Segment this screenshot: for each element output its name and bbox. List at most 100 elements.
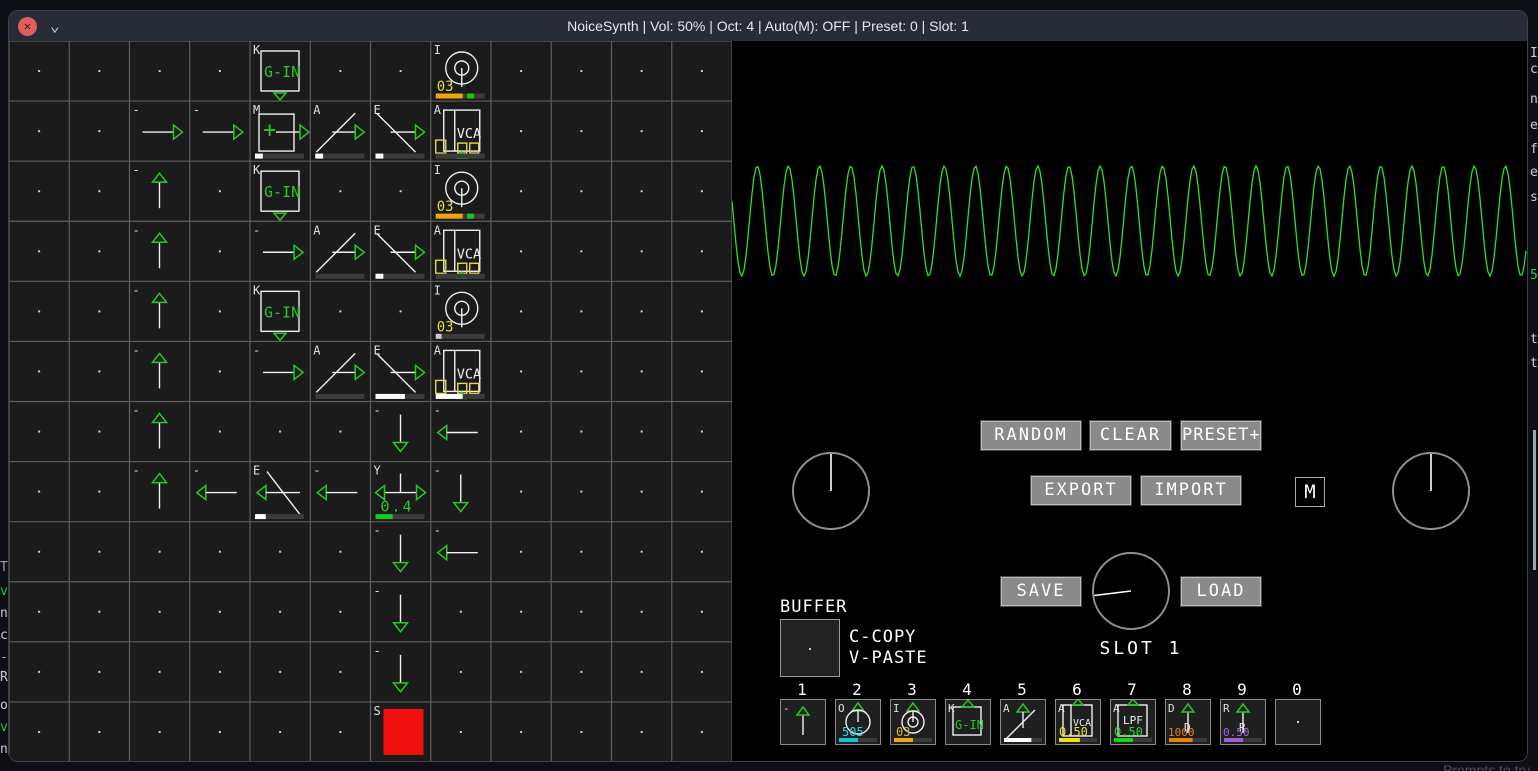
palette-module-3[interactable]: I03 (890, 699, 936, 745)
empty-cell-dot (701, 551, 703, 553)
import-button[interactable]: IMPORT (1141, 476, 1241, 505)
sine-waveform (732, 166, 1526, 276)
background-char: t (1530, 332, 1538, 347)
save-button[interactable]: SAVE (1001, 577, 1081, 606)
palette-module-1[interactable]: - (780, 699, 826, 745)
empty-cell-dot (98, 611, 100, 613)
palette-item-7: 7ALPF0.50 (1110, 681, 1154, 745)
empty-cell-dot (38, 250, 40, 252)
palette-module-0[interactable] (1275, 699, 1321, 745)
knob-slot[interactable] (1086, 546, 1176, 636)
empty-cell-dot (219, 671, 221, 673)
svg-text:03: 03 (437, 79, 454, 95)
empty-cell-dot (279, 431, 281, 433)
empty-cell-dot (279, 731, 281, 733)
empty-cell-dot (98, 671, 100, 673)
empty-cell-dot (641, 310, 643, 312)
svg-text:E: E (374, 223, 381, 237)
background-char: e (1530, 118, 1538, 133)
mono-toggle-button[interactable]: M (1295, 477, 1325, 507)
empty-cell-dot (38, 431, 40, 433)
palette-module-2[interactable]: O505 (835, 699, 881, 745)
svg-text:R: R (1223, 702, 1230, 715)
empty-cell-dot (98, 731, 100, 733)
svg-text:G-IN: G-IN (264, 63, 300, 81)
background-char: n (0, 606, 8, 621)
clear-button[interactable]: CLEAR (1090, 421, 1171, 450)
svg-text:E: E (253, 464, 260, 478)
palette-module-6[interactable]: AVCA0.50 (1055, 699, 1101, 745)
svg-text:-: - (434, 404, 441, 418)
svg-text:A: A (1003, 702, 1010, 715)
svg-text:-: - (374, 584, 381, 598)
arrow-head-icon (1182, 704, 1194, 712)
empty-cell-dot (219, 431, 221, 433)
chevron-down-icon[interactable]: ⌄ (50, 22, 60, 30)
background-char: v (0, 584, 8, 599)
load-button[interactable]: LOAD (1181, 577, 1261, 606)
empty-cell-dot (400, 310, 402, 312)
svg-text:K: K (253, 43, 261, 57)
knob-left[interactable] (786, 446, 876, 536)
palette-module-4[interactable]: KG-IN (945, 699, 991, 745)
empty-cell-dot (219, 310, 221, 312)
palette-module-7[interactable]: ALPF0.50 (1110, 699, 1156, 745)
svg-text:A: A (1058, 702, 1065, 715)
palette-module-5[interactable]: A (1000, 699, 1046, 745)
empty-cell-dot (98, 551, 100, 553)
palette-module-9[interactable]: RR0.50 (1220, 699, 1266, 745)
patch-grid-panel[interactable]: KG-INI03--M+AEAVCA-KG-INI03--AEAVCA-KG-I… (9, 41, 732, 762)
background-char: n (1530, 92, 1538, 107)
palette-key-label: 3 (890, 681, 934, 698)
control-panel: RANDOM CLEAR PRESET+ EXPORT IMPORT M SAV… (732, 41, 1527, 762)
background-char: n (0, 742, 8, 757)
close-button[interactable]: ✕ (18, 17, 37, 36)
speaker-block (384, 709, 424, 755)
empty-cell-dot (339, 310, 341, 312)
arrow-head-icon (907, 703, 919, 711)
empty-cell-dot (460, 731, 462, 733)
empty-cell-dot (339, 70, 341, 72)
empty-cell-dot (38, 310, 40, 312)
background-text-bottom: Prompts to try (1443, 762, 1530, 771)
empty-cell-dot (580, 431, 582, 433)
empty-cell-dot (98, 431, 100, 433)
svg-text:A: A (434, 103, 442, 117)
empty-cell-dot (580, 671, 582, 673)
empty-cell-dot (701, 370, 703, 372)
svg-text:VCA: VCA (457, 126, 481, 142)
preset-plus-button[interactable]: PRESET+ (1181, 421, 1261, 450)
svg-text:-: - (374, 524, 381, 538)
empty-cell-dot (159, 731, 161, 733)
oscilloscope-display (732, 41, 1527, 401)
patch-grid[interactable]: KG-INI03--M+AEAVCA-KG-INI03--AEAVCA-KG-I… (9, 41, 732, 762)
svg-text:A: A (313, 343, 321, 357)
background-char: 5 (1530, 268, 1538, 283)
svg-text:0.4: 0.4 (381, 498, 414, 516)
background-char: e (1530, 165, 1538, 180)
background-char: - (0, 650, 8, 665)
empty-cell-dot (520, 190, 522, 192)
buffer-box[interactable] (780, 619, 840, 677)
empty-cell-dot (580, 250, 582, 252)
window-title: NoiceSynth | Vol: 50% | Oct: 4 | Auto(M)… (9, 18, 1527, 34)
empty-cell-dot (520, 250, 522, 252)
empty-cell-dot (400, 190, 402, 192)
palette-item-2: 2O505 (835, 681, 879, 745)
svg-text:0.50: 0.50 (1059, 725, 1088, 739)
palette-key-label: 4 (945, 681, 989, 698)
random-button[interactable]: RANDOM (981, 421, 1081, 450)
export-button[interactable]: EXPORT (1031, 476, 1131, 505)
empty-cell-dot (339, 190, 341, 192)
svg-text:03: 03 (896, 725, 910, 739)
empty-cell-dot (219, 611, 221, 613)
empty-cell-dot (701, 611, 703, 613)
palette-module-8[interactable]: DD1000 (1165, 699, 1211, 745)
knob-right[interactable] (1386, 446, 1476, 536)
empty-cell-dot (641, 551, 643, 553)
empty-cell-dot (701, 731, 703, 733)
empty-cell-dot (701, 431, 703, 433)
svg-text:A: A (313, 223, 321, 237)
background-char: o (0, 698, 8, 713)
empty-cell-dot (641, 431, 643, 433)
